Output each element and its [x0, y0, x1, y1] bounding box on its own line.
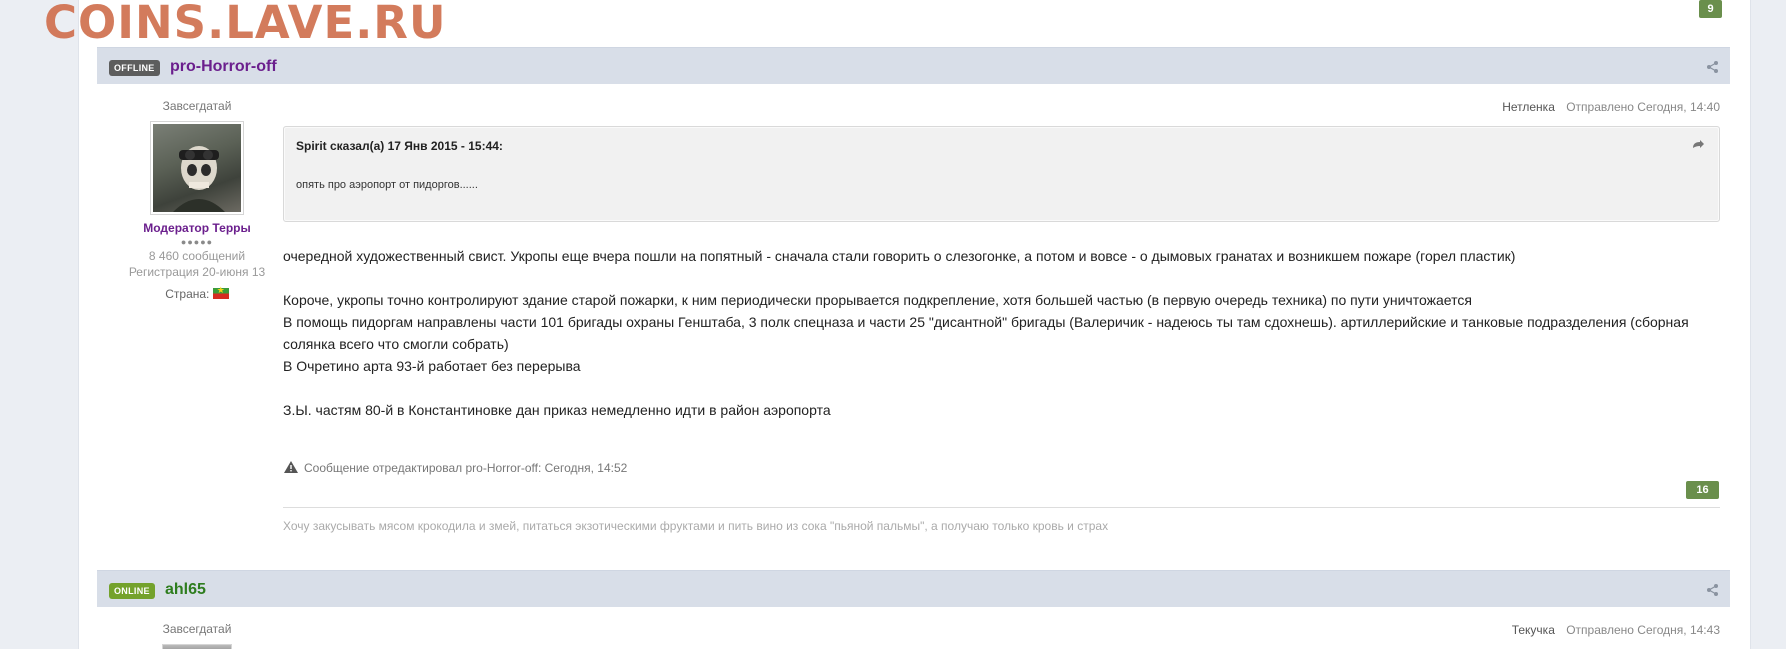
quote-block: Spirit сказал(а) 17 Янв 2015 - 15:44: оп…	[283, 126, 1720, 222]
post-meta: Текучка Отправлено Сегодня, 14:43	[1512, 623, 1720, 637]
post-text: очередной художественный свист. Укропы е…	[283, 245, 1720, 421]
post-paragraph: В помощь пидоргам направлены части 101 б…	[283, 314, 1689, 352]
group-title: Модератор Терры	[143, 221, 251, 235]
post-header: OFFLINE pro-Horror-off	[97, 47, 1730, 84]
post-body: Завсегдатай Текучка Отправлено Сегодня, …	[97, 608, 1730, 649]
quote-citation: Spirit сказал(а) 17 Янв 2015 - 15:44:	[296, 139, 503, 153]
reputation-badge[interactable]: 16	[1686, 481, 1719, 499]
signature: Хочу закусывать мясом крокодила и змей, …	[283, 519, 1109, 533]
post-time-link[interactable]: Отправлено Сегодня, 14:40	[1566, 100, 1720, 114]
status-badge: ONLINE	[109, 583, 155, 599]
avatar-image	[153, 124, 241, 212]
post-tag: Нетленка	[1502, 100, 1555, 114]
forum-page: 9 OFFLINE pro-Horror-off Завсегдатай Мод…	[78, 0, 1751, 649]
post-paragraph: В Очретино арта 93-й работает без переры…	[283, 358, 581, 374]
post-time-link[interactable]: Отправлено Сегодня, 14:43	[1566, 623, 1720, 637]
post-header: ONLINE ahl65	[97, 570, 1730, 607]
country-label: Страна:	[165, 287, 210, 301]
post-tag: Текучка	[1511, 623, 1555, 637]
member-title: Завсегдатай	[162, 622, 232, 636]
country-flag-icon	[212, 285, 229, 299]
skull-mask-icon	[173, 146, 225, 212]
signature-divider	[283, 507, 1720, 508]
post-count: 8 460 сообщений	[148, 249, 246, 263]
post-meta: Нетленка Отправлено Сегодня, 14:40	[1502, 100, 1720, 114]
edit-note-text: Сообщение отредактировал pro-Horror-off:…	[304, 461, 628, 475]
registration-date: Регистрация 20-июня 13	[128, 265, 266, 279]
post-paragraph: З.Ы. частям 80-й в Константиновке дан пр…	[283, 402, 831, 418]
country-row: Страна:	[97, 285, 297, 301]
rank-pips: ●●●●●	[180, 237, 214, 247]
status-badge: OFFLINE	[109, 60, 160, 76]
reputation-badge[interactable]: 9	[1699, 0, 1722, 18]
member-title: Завсегдатай	[162, 99, 232, 113]
edit-note: Сообщение отредактировал pro-Horror-off:…	[283, 460, 627, 475]
quote-text: опять про аэропорт от пидоргов......	[296, 179, 478, 191]
post-paragraph: Короче, укропы точно контролируют здание…	[283, 292, 1472, 308]
author-info: Завсегдатай	[97, 622, 297, 649]
author-info: Завсегдатай Модератор Терры ●●●●● 8 460 …	[97, 99, 297, 301]
author-link[interactable]: pro-Horror-off	[170, 58, 277, 76]
jump-to-quote-icon[interactable]	[1691, 139, 1705, 151]
avatar[interactable]	[150, 121, 244, 215]
author-link[interactable]: ahl65	[165, 581, 206, 599]
warning-icon	[284, 461, 298, 473]
avatar[interactable]	[162, 644, 232, 649]
share-icon[interactable]	[1706, 583, 1720, 597]
post-paragraph: очередной художественный свист. Укропы е…	[283, 248, 1516, 264]
site-watermark: COINS.LAVE.RU	[44, 0, 447, 49]
post-body: Завсегдатай Модератор Терры ●●●●● 8 460 …	[97, 85, 1730, 570]
share-icon[interactable]	[1706, 60, 1720, 74]
